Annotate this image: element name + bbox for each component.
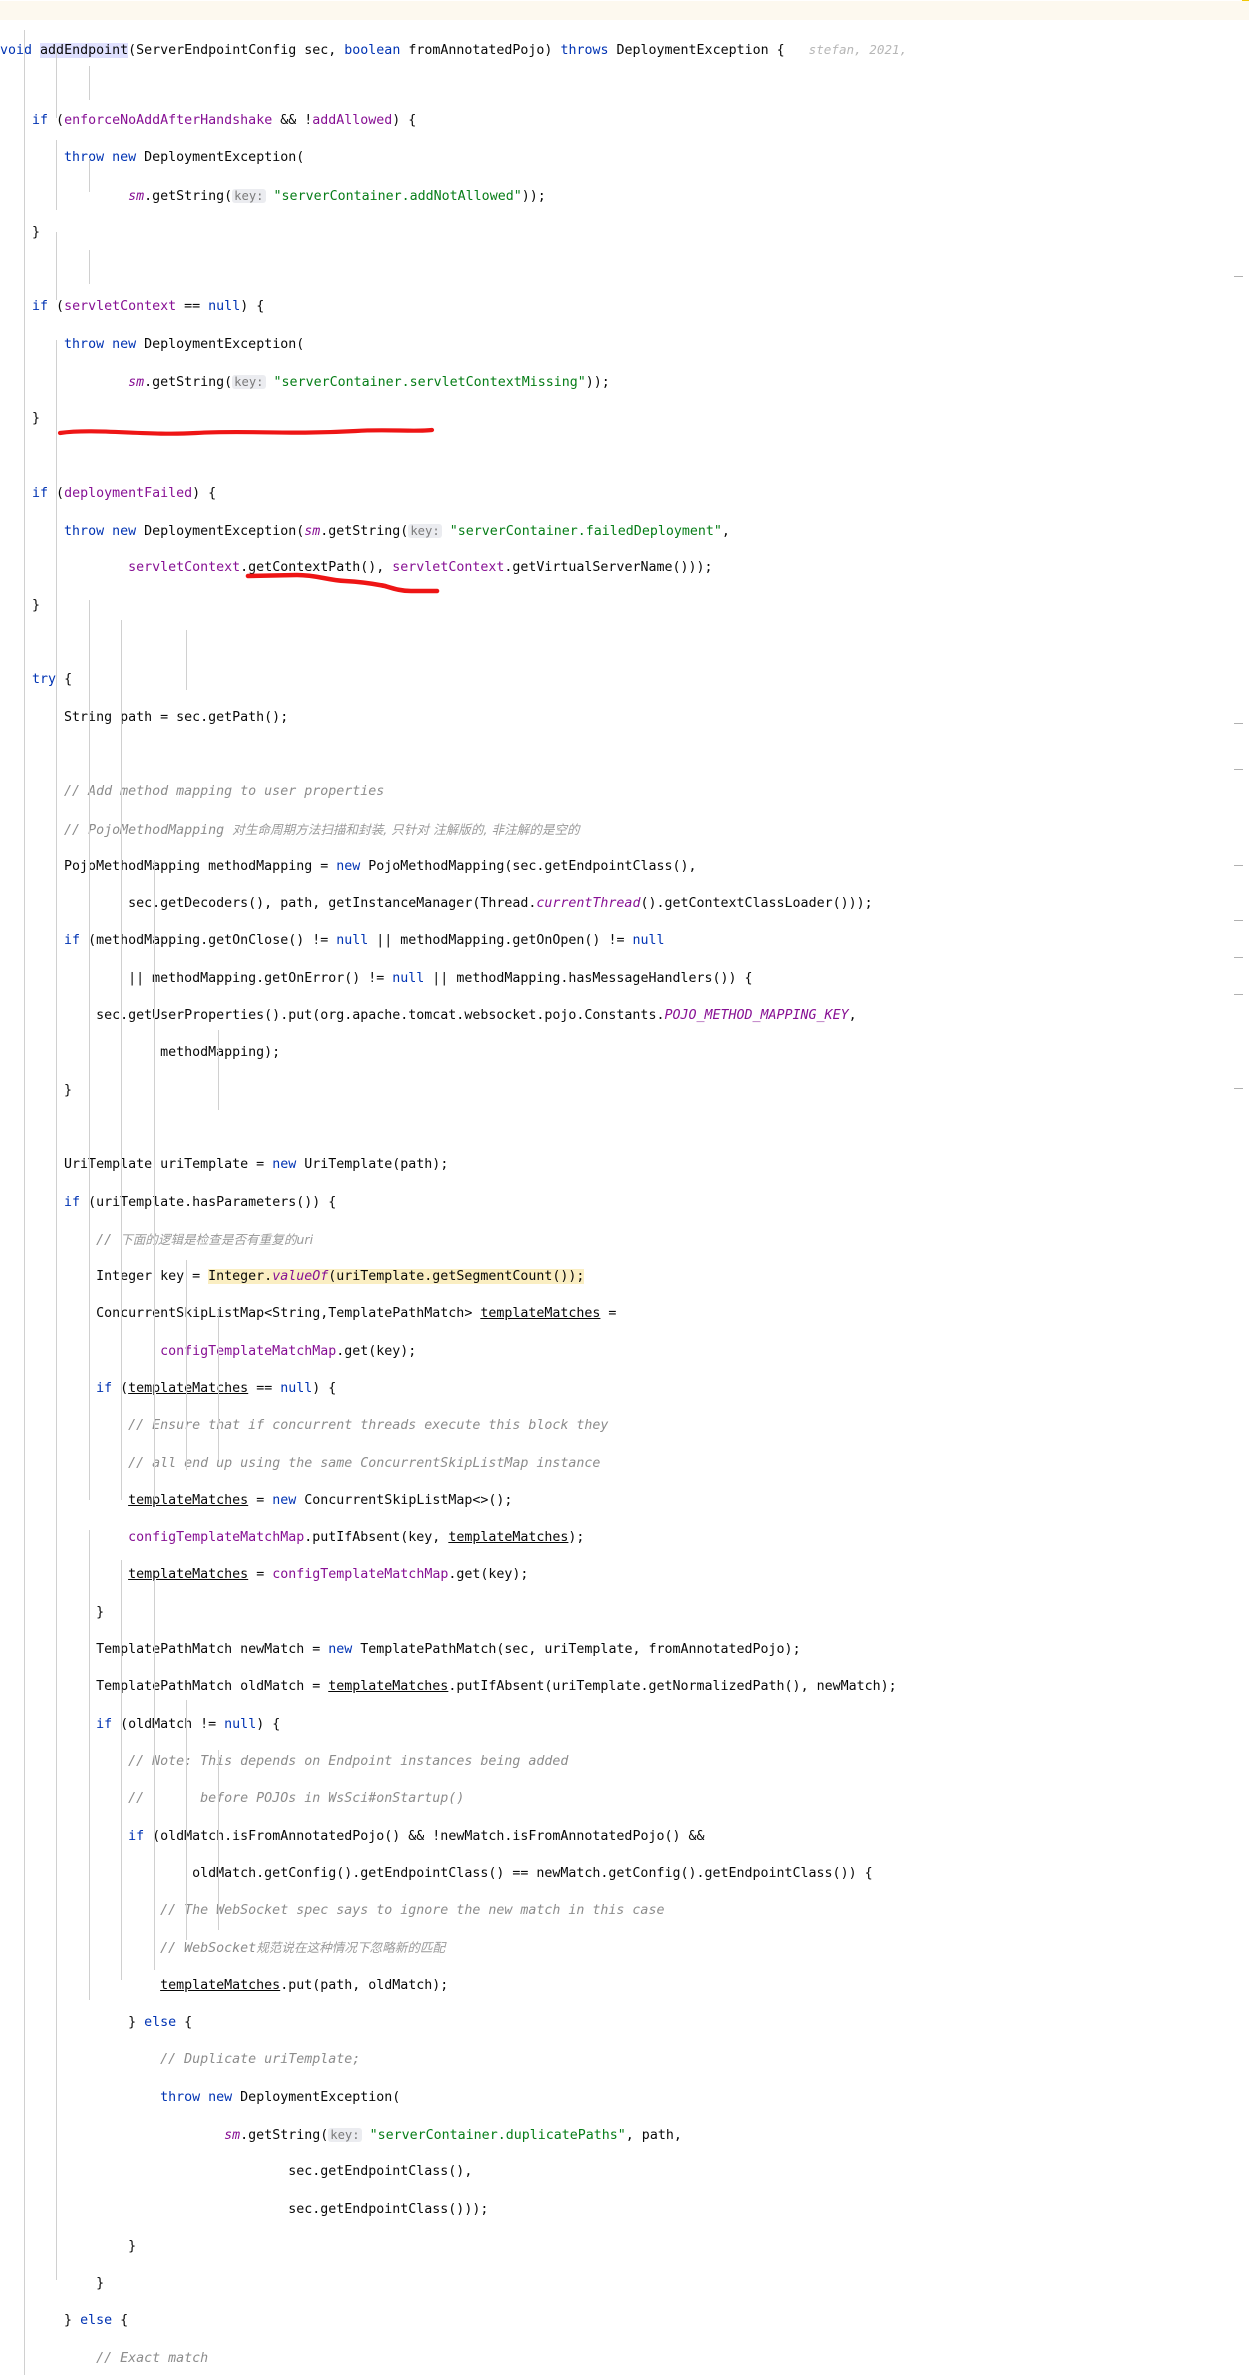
indent-guide [121, 1560, 122, 1980]
gutter-change-marker [1234, 994, 1243, 995]
code-line[interactable]: } [0, 597, 1249, 616]
code-line[interactable]: } [0, 2275, 1249, 2294]
code-line[interactable]: try { [0, 671, 1249, 690]
gutter-change-marker [1234, 1088, 1243, 1089]
code-line[interactable] [0, 261, 1249, 280]
indent-guide [121, 700, 122, 1500]
code-line[interactable]: // Exact match [0, 2350, 1249, 2369]
code-line[interactable]: throw new DeploymentException(sm.getStri… [0, 522, 1249, 541]
code-line[interactable]: sm.getString(key: "serverContainer.addNo… [0, 187, 1249, 206]
code-line[interactable]: sec.getEndpointClass(), [0, 2163, 1249, 2182]
code-line[interactable]: configTemplateMatchMap.get(key); [0, 1343, 1249, 1362]
indent-guide [89, 1530, 90, 2000]
code-line[interactable]: Integer key = Integer.valueOf(uriTemplat… [0, 1268, 1249, 1287]
code-line[interactable]: } [0, 1604, 1249, 1623]
code-line[interactable]: TemplatePathMatch oldMatch = templateMat… [0, 1678, 1249, 1697]
code-line[interactable]: // 下面的逻辑是检查是否有重复的uri [0, 1231, 1249, 1250]
code-line[interactable]: sm.getString(key: "serverContainer.dupli… [0, 2126, 1249, 2145]
code-line[interactable]: // WebSocket规范说在这种情况下忽略新的匹配 [0, 1939, 1249, 1958]
indent-guide [89, 158, 90, 192]
code-editor[interactable]: void addEndpoint(ServerEndpointConfig se… [0, 0, 1249, 2379]
indent-guide [89, 66, 90, 100]
code-line[interactable]: // PojoMethodMapping 对生命周期方法扫描和封装, 只针对 注… [0, 821, 1249, 840]
code-line[interactable]: || methodMapping.getOnError() != null ||… [0, 970, 1249, 989]
indent-guide [186, 630, 187, 690]
code-line[interactable]: oldMatch.getConfig().getEndpointClass() … [0, 1865, 1249, 1884]
code-line[interactable] [0, 634, 1249, 653]
gutter-change-marker [1234, 769, 1243, 770]
indent-guide [56, 232, 57, 300]
code-line[interactable]: void addEndpoint(ServerEndpointConfig se… [0, 37, 1249, 59]
code-line[interactable]: sec.getUserProperties().put(org.apache.t… [0, 1007, 1249, 1026]
code-line[interactable] [0, 448, 1249, 467]
code-line[interactable] [0, 1119, 1249, 1138]
code-line[interactable]: // Add method mapping to user properties [0, 783, 1249, 802]
code-line[interactable]: } else { [0, 2312, 1249, 2331]
code-line[interactable]: if (methodMapping.getOnClose() != null |… [0, 932, 1249, 951]
code-line[interactable]: } [0, 2238, 1249, 2257]
gutter-change-marker [1234, 957, 1243, 958]
code-line[interactable]: if (uriTemplate.hasParameters()) { [0, 1194, 1249, 1213]
code-line[interactable]: if (servletContext == null) { [0, 298, 1249, 317]
code-line[interactable]: if (deploymentFailed) { [0, 485, 1249, 504]
code-line[interactable]: if (oldMatch != null) { [0, 1716, 1249, 1735]
code-line[interactable]: throw new DeploymentException( [0, 149, 1249, 168]
code-line[interactable]: servletContext.getContextPath(), servlet… [0, 559, 1249, 578]
code-line[interactable]: templateMatches = new ConcurrentSkipList… [0, 1492, 1249, 1511]
indent-guide [56, 48, 57, 118]
code-line[interactable]: if (oldMatch.isFromAnnotatedPojo() && !n… [0, 1828, 1249, 1847]
code-line[interactable]: // The WebSocket spec says to ignore the… [0, 1902, 1249, 1921]
code-line[interactable]: } else { [0, 2014, 1249, 2033]
code-line[interactable]: templateMatches = configTemplateMatchMap… [0, 1566, 1249, 1585]
code-line[interactable]: // before POJOs in WsSci#onStartup() [0, 1790, 1249, 1809]
code-line[interactable]: if (templateMatches == null) { [0, 1380, 1249, 1399]
code-line[interactable]: String path = sec.getPath(); [0, 709, 1249, 728]
code-line[interactable]: sec.getEndpointClass())); [0, 2201, 1249, 2220]
indent-guide [24, 30, 25, 2375]
indent-guide [154, 860, 155, 1500]
code-line[interactable]: methodMapping); [0, 1044, 1249, 1063]
code-line[interactable]: } [0, 410, 1249, 429]
code-line[interactable]: // all end up using the same ConcurrentS… [0, 1455, 1249, 1474]
code-line[interactable]: templateMatches.put(path, oldMatch); [0, 1977, 1249, 1996]
code-line[interactable]: } [0, 1082, 1249, 1101]
indent-guide [218, 1040, 219, 1060]
author-inlay-hint: stefan, 2021, [808, 42, 908, 58]
code-line[interactable]: } [0, 224, 1249, 243]
code-line[interactable]: throw new DeploymentException( [0, 336, 1249, 355]
gutter-change-marker [1234, 865, 1243, 866]
code-line[interactable] [0, 75, 1249, 94]
gutter-change-marker [1234, 723, 1243, 724]
code-line[interactable]: // Duplicate uriTemplate; [0, 2051, 1249, 2070]
indent-guide [186, 1700, 187, 1940]
code-line[interactable]: PojoMethodMapping methodMapping = new Po… [0, 858, 1249, 877]
code-line[interactable]: configTemplateMatchMap.putIfAbsent(key, … [0, 1529, 1249, 1548]
code-line[interactable]: sm.getString(key: "serverContainer.servl… [0, 373, 1249, 392]
indent-guide [56, 340, 57, 2280]
code-line[interactable]: throw new DeploymentException( [0, 2089, 1249, 2108]
indent-guide [56, 140, 57, 210]
code-line[interactable]: TemplatePathMatch newMatch = new Templat… [0, 1641, 1249, 1660]
code-line[interactable] [0, 746, 1249, 765]
indent-guide [186, 1260, 187, 1470]
code-line[interactable]: if (enforceNoAddAfterHandshake && !addAl… [0, 112, 1249, 131]
code-content[interactable]: void addEndpoint(ServerEndpointConfig se… [0, 0, 1249, 2379]
indent-guide [154, 1580, 155, 1970]
code-line[interactable]: // Note: This depends on Endpoint instan… [0, 1753, 1249, 1772]
gutter-change-marker [1234, 920, 1243, 921]
indent-guide [218, 1750, 219, 1930]
indent-guide [89, 250, 90, 284]
indent-guide [218, 1310, 219, 1460]
code-line[interactable]: UriTemplate uriTemplate = new UriTemplat… [0, 1156, 1249, 1175]
code-line[interactable]: sec.getDecoders(), path, getInstanceMana… [0, 895, 1249, 914]
indent-guide [89, 600, 90, 1500]
code-line[interactable]: // Ensure that if concurrent threads exe… [0, 1417, 1249, 1436]
gutter-change-marker [1234, 276, 1243, 277]
code-line[interactable]: ConcurrentSkipListMap<String,TemplatePat… [0, 1305, 1249, 1324]
